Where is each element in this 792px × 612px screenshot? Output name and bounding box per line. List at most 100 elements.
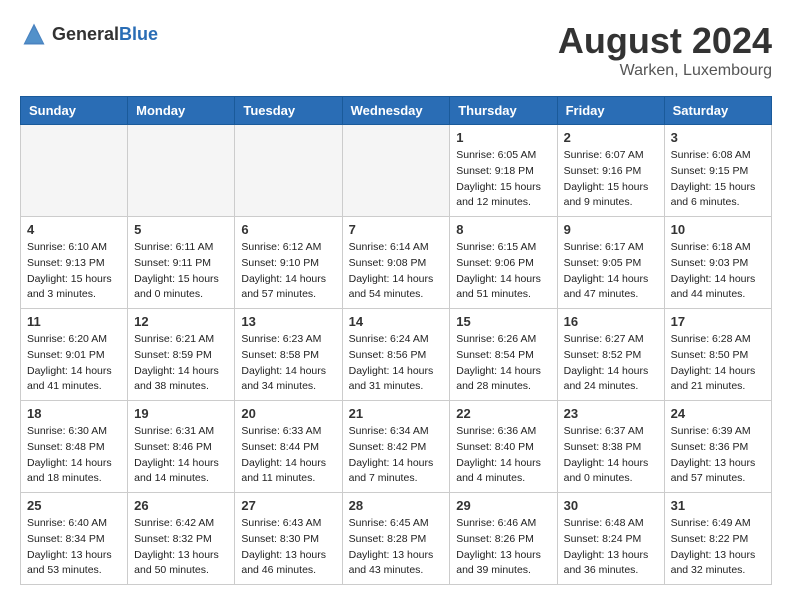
day-number: 17 xyxy=(671,314,765,329)
calendar-cell: 12 Sunrise: 6:21 AM Sunset: 8:59 PM Dayli… xyxy=(128,309,235,401)
day-info: Sunrise: 6:39 AM Sunset: 8:36 PM Dayligh… xyxy=(671,424,765,487)
header-wednesday: Wednesday xyxy=(342,97,450,125)
day-info: Sunrise: 6:40 AM Sunset: 8:34 PM Dayligh… xyxy=(27,516,121,579)
month-year: August 2024 xyxy=(558,20,772,62)
day-info: Sunrise: 6:34 AM Sunset: 8:42 PM Dayligh… xyxy=(349,424,444,487)
calendar-cell: 3 Sunrise: 6:08 AM Sunset: 9:15 PM Daylig… xyxy=(664,125,771,217)
week-row-2: 4 Sunrise: 6:10 AM Sunset: 9:13 PM Daylig… xyxy=(21,217,772,309)
day-info: Sunrise: 6:07 AM Sunset: 9:16 PM Dayligh… xyxy=(564,148,658,211)
header-monday: Monday xyxy=(128,97,235,125)
day-info: Sunrise: 6:45 AM Sunset: 8:28 PM Dayligh… xyxy=(349,516,444,579)
header-tuesday: Tuesday xyxy=(235,97,342,125)
day-number: 24 xyxy=(671,406,765,421)
day-info: Sunrise: 6:31 AM Sunset: 8:46 PM Dayligh… xyxy=(134,424,228,487)
day-number: 14 xyxy=(349,314,444,329)
day-number: 27 xyxy=(241,498,335,513)
calendar-cell: 30 Sunrise: 6:48 AM Sunset: 8:24 PM Dayli… xyxy=(557,493,664,585)
calendar-cell: 17 Sunrise: 6:28 AM Sunset: 8:50 PM Dayli… xyxy=(664,309,771,401)
calendar-cell: 21 Sunrise: 6:34 AM Sunset: 8:42 PM Dayli… xyxy=(342,401,450,493)
day-number: 16 xyxy=(564,314,658,329)
day-info: Sunrise: 6:43 AM Sunset: 8:30 PM Dayligh… xyxy=(241,516,335,579)
day-number: 22 xyxy=(456,406,550,421)
calendar-cell xyxy=(21,125,128,217)
calendar-cell: 31 Sunrise: 6:49 AM Sunset: 8:22 PM Dayli… xyxy=(664,493,771,585)
day-info: Sunrise: 6:05 AM Sunset: 9:18 PM Dayligh… xyxy=(456,148,550,211)
calendar-cell: 19 Sunrise: 6:31 AM Sunset: 8:46 PM Dayli… xyxy=(128,401,235,493)
logo-general: General xyxy=(52,24,119,44)
day-info: Sunrise: 6:30 AM Sunset: 8:48 PM Dayligh… xyxy=(27,424,121,487)
calendar-cell: 4 Sunrise: 6:10 AM Sunset: 9:13 PM Daylig… xyxy=(21,217,128,309)
day-number: 28 xyxy=(349,498,444,513)
day-number: 3 xyxy=(671,130,765,145)
calendar-cell: 5Sunrise: 6:11 AM Sunset: 9:11 PM Daylig… xyxy=(128,217,235,309)
day-info: Sunrise: 6:21 AM Sunset: 8:59 PM Dayligh… xyxy=(134,332,228,395)
day-number: 20 xyxy=(241,406,335,421)
day-number: 8 xyxy=(456,222,550,237)
day-number: 19 xyxy=(134,406,228,421)
day-number: 18 xyxy=(27,406,121,421)
calendar-cell: 13Sunrise: 6:23 AM Sunset: 8:58 PM Dayli… xyxy=(235,309,342,401)
week-row-1: 1Sunrise: 6:05 AM Sunset: 9:18 PM Daylig… xyxy=(21,125,772,217)
week-row-5: 25Sunrise: 6:40 AM Sunset: 8:34 PM Dayli… xyxy=(21,493,772,585)
day-info: Sunrise: 6:33 AM Sunset: 8:44 PM Dayligh… xyxy=(241,424,335,487)
day-info: Sunrise: 6:48 AM Sunset: 8:24 PM Dayligh… xyxy=(564,516,658,579)
day-number: 15 xyxy=(456,314,550,329)
day-number: 11 xyxy=(27,314,121,329)
day-info: Sunrise: 6:17 AM Sunset: 9:05 PM Dayligh… xyxy=(564,240,658,303)
day-number: 7 xyxy=(349,222,444,237)
day-info: Sunrise: 6:36 AM Sunset: 8:40 PM Dayligh… xyxy=(456,424,550,487)
day-number: 21 xyxy=(349,406,444,421)
header-thursday: Thursday xyxy=(450,97,557,125)
day-number: 12 xyxy=(134,314,228,329)
day-info: Sunrise: 6:18 AM Sunset: 9:03 PM Dayligh… xyxy=(671,240,765,303)
day-number: 29 xyxy=(456,498,550,513)
header-saturday: Saturday xyxy=(664,97,771,125)
week-row-3: 11 Sunrise: 6:20 AM Sunset: 9:01 PM Dayli… xyxy=(21,309,772,401)
calendar-cell: 10Sunrise: 6:18 AM Sunset: 9:03 PM Dayli… xyxy=(664,217,771,309)
calendar-cell: 28 Sunrise: 6:45 AM Sunset: 8:28 PM Dayli… xyxy=(342,493,450,585)
day-number: 13 xyxy=(241,314,335,329)
day-number: 26 xyxy=(134,498,228,513)
calendar-cell xyxy=(235,125,342,217)
day-info: Sunrise: 6:12 AM Sunset: 9:10 PM Dayligh… xyxy=(241,240,335,303)
calendar-cell: 24 Sunrise: 6:39 AM Sunset: 8:36 PM Dayli… xyxy=(664,401,771,493)
calendar-cell: 29 Sunrise: 6:46 AM Sunset: 8:26 PM Dayli… xyxy=(450,493,557,585)
calendar-cell: 26 Sunrise: 6:42 AM Sunset: 8:32 PM Dayli… xyxy=(128,493,235,585)
day-info: Sunrise: 6:27 AM Sunset: 8:52 PM Dayligh… xyxy=(564,332,658,395)
calendar-cell xyxy=(342,125,450,217)
header-sunday: Sunday xyxy=(21,97,128,125)
day-info: Sunrise: 6:42 AM Sunset: 8:32 PM Dayligh… xyxy=(134,516,228,579)
day-number: 23 xyxy=(564,406,658,421)
day-info: Sunrise: 6:49 AM Sunset: 8:22 PM Dayligh… xyxy=(671,516,765,579)
day-info: Sunrise: 6:14 AM Sunset: 9:08 PM Dayligh… xyxy=(349,240,444,303)
calendar-cell: 2 Sunrise: 6:07 AM Sunset: 9:16 PM Daylig… xyxy=(557,125,664,217)
day-number: 6 xyxy=(241,222,335,237)
header-friday: Friday xyxy=(557,97,664,125)
day-number: 2 xyxy=(564,130,658,145)
calendar-cell: 22 Sunrise: 6:36 AM Sunset: 8:40 PM Dayli… xyxy=(450,401,557,493)
calendar-cell: 25Sunrise: 6:40 AM Sunset: 8:34 PM Dayli… xyxy=(21,493,128,585)
day-number: 4 xyxy=(27,222,121,237)
calendar-cell xyxy=(128,125,235,217)
calendar-cell: 23Sunrise: 6:37 AM Sunset: 8:38 PM Dayli… xyxy=(557,401,664,493)
calendar-cell: 14 Sunrise: 6:24 AM Sunset: 8:56 PM Dayli… xyxy=(342,309,450,401)
day-info: Sunrise: 6:46 AM Sunset: 8:26 PM Dayligh… xyxy=(456,516,550,579)
calendar-cell: 11 Sunrise: 6:20 AM Sunset: 9:01 PM Dayli… xyxy=(21,309,128,401)
logo-blue: Blue xyxy=(119,24,158,44)
day-number: 9 xyxy=(564,222,658,237)
calendar-cell: 7 Sunrise: 6:14 AM Sunset: 9:08 PM Daylig… xyxy=(342,217,450,309)
calendar-cell: 16 Sunrise: 6:27 AM Sunset: 8:52 PM Dayli… xyxy=(557,309,664,401)
day-info: Sunrise: 6:20 AM Sunset: 9:01 PM Dayligh… xyxy=(27,332,121,395)
calendar-cell: 27 Sunrise: 6:43 AM Sunset: 8:30 PM Dayli… xyxy=(235,493,342,585)
location: Warken, Luxembourg xyxy=(558,62,772,80)
calendar-cell: 9 Sunrise: 6:17 AM Sunset: 9:05 PM Daylig… xyxy=(557,217,664,309)
day-info: Sunrise: 6:08 AM Sunset: 9:15 PM Dayligh… xyxy=(671,148,765,211)
day-number: 30 xyxy=(564,498,658,513)
day-info: Sunrise: 6:28 AM Sunset: 8:50 PM Dayligh… xyxy=(671,332,765,395)
day-info: Sunrise: 6:24 AM Sunset: 8:56 PM Dayligh… xyxy=(349,332,444,395)
day-info: Sunrise: 6:10 AM Sunset: 9:13 PM Dayligh… xyxy=(27,240,121,303)
day-info: Sunrise: 6:15 AM Sunset: 9:06 PM Dayligh… xyxy=(456,240,550,303)
day-number: 31 xyxy=(671,498,765,513)
day-number: 5 xyxy=(134,222,228,237)
calendar-cell: 15Sunrise: 6:26 AM Sunset: 8:54 PM Dayli… xyxy=(450,309,557,401)
